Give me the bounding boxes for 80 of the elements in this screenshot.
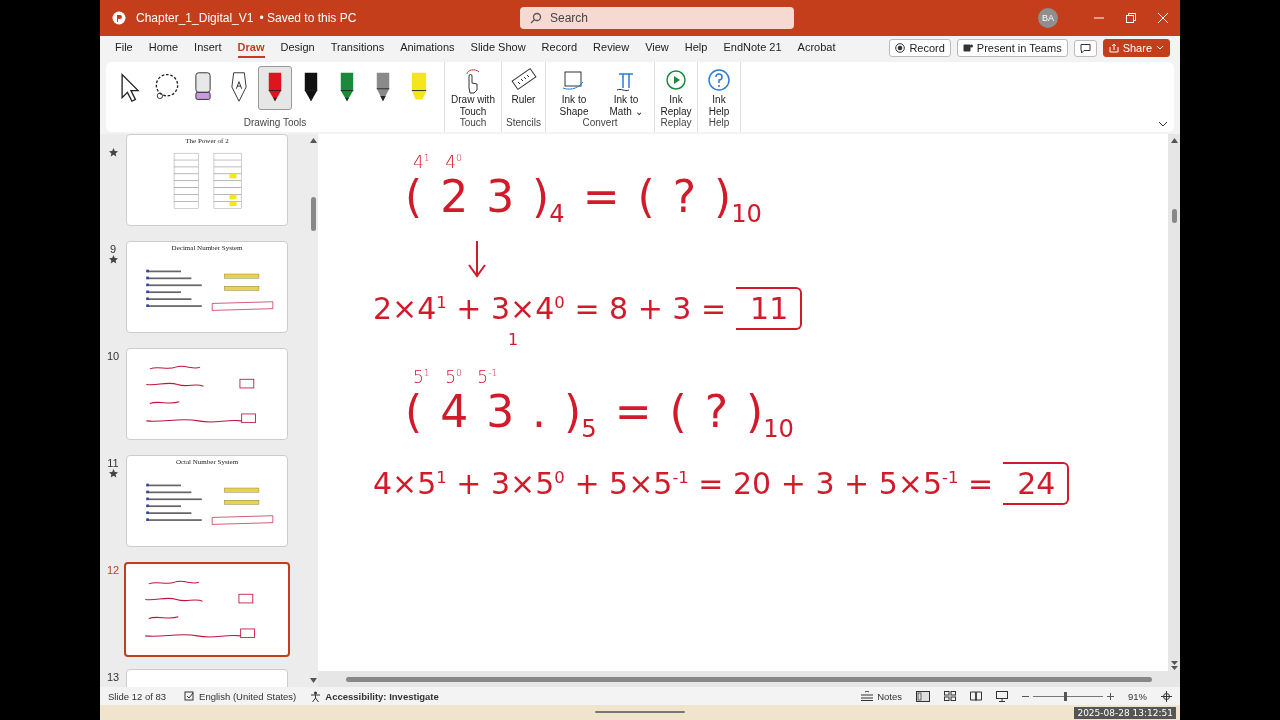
notes-icon <box>861 691 874 701</box>
slide-number: 13 <box>106 671 120 683</box>
app-logo-icon <box>112 11 126 25</box>
scroll-down-icon[interactable] <box>1170 661 1178 671</box>
menu-tab[interactable]: EndNote 21 <box>723 38 782 58</box>
ink-weights: 5$^{1}$ 5$^{0}$ 5$^{-1}$ <box>413 366 499 387</box>
group-label: Help <box>708 117 730 130</box>
group-label: Drawing Tools <box>243 117 307 130</box>
comments-button[interactable] <box>1073 39 1097 57</box>
spelling-icon[interactable] <box>184 691 196 701</box>
accessibility-status[interactable]: Accessibility: Investigate <box>325 690 439 702</box>
ink-equation: 4×5$^{1}$ + 3×5$^{0}$ + 5×5$^{-1}$ = 20 + 3 + 5×5$^{-1}$ = <box>373 465 994 501</box>
slide-number: 12 <box>106 564 120 576</box>
normal-view-icon[interactable] <box>916 690 930 702</box>
ribbon-button[interactable]: Ink Replay <box>659 66 693 118</box>
menu-tab[interactable]: Slide Show <box>470 38 526 58</box>
timestamp: 2025-08-28 13:12:51 <box>1074 707 1176 719</box>
group-label: Convert <box>582 117 618 130</box>
scrollbar-thumb[interactable] <box>346 676 1152 682</box>
menu-tab[interactable]: Insert <box>194 38 222 58</box>
fit-to-window-icon[interactable] <box>1161 690 1172 702</box>
down-arrow-icon <box>465 238 489 279</box>
ink-note: 1 <box>508 329 520 349</box>
ribbon-button[interactable]: Ink Help <box>702 66 736 118</box>
comment-icon <box>1079 42 1091 54</box>
menu-tab[interactable]: Record <box>541 38 578 58</box>
close-icon[interactable] <box>1158 13 1168 23</box>
slide-number: 10 <box>106 350 120 362</box>
present-in-teams-button[interactable]: Present in Teams <box>956 39 1068 57</box>
group-label: Replay <box>660 117 692 130</box>
slide-number: 11 <box>107 457 119 469</box>
ribbon-button[interactable]: Ink to Math ⌄ <box>602 66 650 118</box>
slide-number: 9 <box>109 243 117 255</box>
ribbon-button[interactable]: Ink to Shape <box>550 66 598 118</box>
share-icon <box>1108 43 1119 53</box>
slide-counter: Slide 12 of 83 <box>108 690 167 702</box>
notes-button[interactable]: Notes <box>861 690 902 702</box>
ribbon-button[interactable]: Draw with Touch <box>449 66 497 118</box>
menu-tab[interactable]: View <box>645 38 669 58</box>
chevron-down-icon[interactable] <box>1158 120 1168 128</box>
record-button[interactable]: Record <box>889 39 951 57</box>
group-label: Touch <box>459 117 487 130</box>
language-status[interactable]: English (United States) <box>199 690 297 702</box>
search-field[interactable]: Search <box>520 7 794 29</box>
scroll-down-icon[interactable] <box>309 678 317 683</box>
menu-tab[interactable]: Help <box>684 38 708 58</box>
menu-tab[interactable]: Home <box>148 38 179 58</box>
ink-equation: ( 4 3 . )$_{5}$ = ( ? )$_{10}$ <box>405 386 795 445</box>
menu-tab[interactable]: File <box>115 38 133 58</box>
grid-view-icon[interactable] <box>944 691 956 701</box>
search-icon <box>530 12 542 24</box>
scroll-up-icon[interactable] <box>1170 138 1178 143</box>
restore-icon[interactable] <box>1126 13 1136 23</box>
menu-tab[interactable]: Animations <box>400 38 455 58</box>
group-label: Stencils <box>506 117 541 130</box>
save-status[interactable]: • Saved to this PC <box>259 11 357 25</box>
zoom-level[interactable]: 91% <box>1128 690 1147 702</box>
menu-tab[interactable]: Design <box>280 38 315 58</box>
ink-equation: ( 2 3 )$_{4}$ = ( ? )$_{10}$ <box>405 172 763 230</box>
reading-view-icon[interactable] <box>970 691 982 701</box>
share-button[interactable]: Share <box>1102 39 1170 57</box>
ink-weights: 4$^{1}$ 4$^{0}$ <box>413 152 463 172</box>
ink-equation: 2×4$^{1}$ + 3×4$^{0}$ = 8 + 3 = <box>373 290 727 326</box>
menu-tab[interactable]: Transitions <box>330 38 385 58</box>
zoom-in-icon[interactable] <box>1107 692 1114 700</box>
scrollbar-thumb[interactable] <box>1171 209 1177 223</box>
document-title[interactable]: Chapter_1_Digital_V1 <box>136 11 254 25</box>
boxed-answer: 11 <box>736 286 803 330</box>
chevron-down-icon <box>1156 45 1164 51</box>
record-icon <box>895 43 906 53</box>
menu-tab[interactable]: Draw <box>237 38 265 58</box>
ribbon-button[interactable]: Ruler <box>506 66 541 106</box>
boxed-answer: 24 <box>1003 461 1070 505</box>
menu-tab[interactable]: Review <box>593 38 630 58</box>
scroll-up-icon[interactable] <box>309 138 317 143</box>
menu-tab[interactable]: Acrobat <box>797 38 836 58</box>
zoom-slider-thumb[interactable] <box>1064 691 1068 701</box>
accessibility-icon[interactable] <box>310 690 322 702</box>
slide-thumbnail[interactable] <box>124 562 290 657</box>
slide-show-icon[interactable] <box>996 690 1008 702</box>
